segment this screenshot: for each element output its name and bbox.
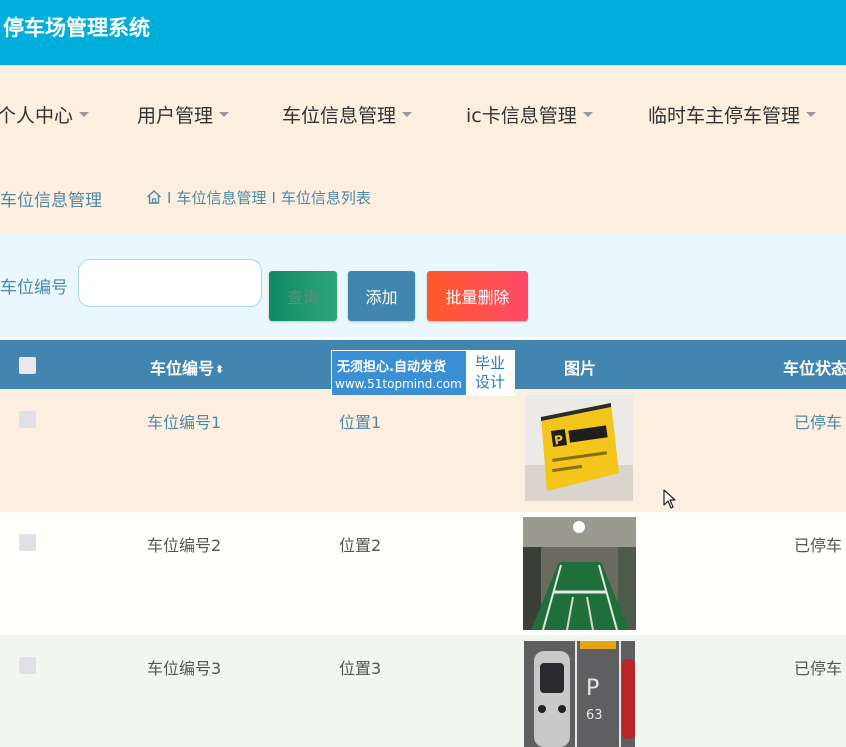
app-title: 停车场管理系统 (3, 16, 150, 40)
page-title: 车位信息管理 (0, 191, 102, 211)
cell-location: 位置1 (339, 413, 382, 432)
garage-parking-space-image[interactable] (523, 517, 636, 630)
watermark-line: 无须担心.自动发货 (337, 360, 446, 375)
nav-personal-center[interactable]: 个人中心 (0, 101, 90, 128)
nav-temporary-parking-management[interactable]: 临时车主停车管理 (648, 101, 817, 128)
batch-delete-button[interactable]: 批量删除 (427, 271, 528, 321)
row-checkbox[interactable] (19, 534, 36, 551)
nav-label: 临时车主停车管理 (648, 105, 801, 127)
breadcrumb-item: 车位信息列表 (280, 189, 371, 207)
row-checkbox[interactable] (19, 657, 36, 674)
cell-code: 车位编号2 (147, 536, 222, 555)
cell-location: 位置2 (339, 536, 382, 555)
search-bar: 车位编号 查询 添加 批量删除 (0, 233, 846, 337)
nav-user-management[interactable]: 用户管理 (137, 101, 230, 128)
watermark-url: www.51topmind.com (335, 377, 462, 391)
sort-icon[interactable]: ⬍ (215, 363, 224, 376)
watermark-banner: 无须担心.自动发货 www.51topmind.com 毕业 设计 (331, 350, 515, 396)
breadcrumb-item[interactable]: 车位信息管理 (176, 189, 266, 207)
table-row[interactable]: 车位编号3 位置3 P 63 已停车 (0, 635, 846, 747)
svg-text:P: P (586, 676, 599, 701)
cell-code: 车位编号3 (147, 659, 222, 678)
main-nav: 个人中心 用户管理 车位信息管理 ic卡信息管理 临时车主停车管理 (0, 65, 846, 164)
table-row[interactable]: 车位编号1 位置1 P 已停车 (0, 389, 846, 512)
breadcrumb: I 车位信息管理 I 车位信息列表 (146, 187, 371, 208)
aerial-parking-lot-image[interactable]: P 63 (524, 641, 635, 747)
cell-code: 车位编号1 (147, 413, 222, 432)
top-bar: 停车场管理系统 (0, 0, 846, 65)
nav-label: 车位信息管理 (282, 105, 397, 127)
reserved-parking-sign-image[interactable]: P (525, 395, 633, 501)
table-row[interactable]: 车位编号2 位置2 已停车 (0, 512, 846, 635)
caret-down-icon (402, 112, 413, 117)
query-button[interactable]: 查询 (269, 271, 337, 321)
cell-status: 已停车 (794, 659, 843, 678)
column-header-status: 车位状态 (783, 359, 846, 378)
search-label: 车位编号 (0, 278, 68, 298)
cell-status: 已停车 (794, 413, 843, 432)
row-checkbox[interactable] (19, 411, 36, 428)
caret-down-icon (79, 112, 90, 117)
nav-parking-space-management[interactable]: 车位信息管理 (282, 101, 413, 128)
column-header-label: 车位编号 (150, 359, 215, 378)
search-input[interactable] (78, 259, 262, 307)
column-header-code[interactable]: 车位编号⬍ (150, 355, 224, 379)
cell-location: 位置3 (339, 659, 382, 678)
breadcrumb-bar: 车位信息管理 I 车位信息管理 I 车位信息列表 (0, 163, 846, 233)
watermark-badge-line: 毕业 (474, 354, 505, 372)
watermark-badge: 毕业 设计 (466, 351, 514, 395)
caret-down-icon (219, 112, 230, 117)
add-button[interactable]: 添加 (348, 271, 415, 321)
select-all-checkbox[interactable] (19, 357, 36, 374)
caret-down-icon (582, 112, 593, 117)
home-icon[interactable] (146, 189, 162, 205)
nav-label: 用户管理 (137, 105, 214, 127)
cell-status: 已停车 (794, 536, 843, 555)
column-header-image: 图片 (564, 359, 597, 378)
mouse-cursor-icon (663, 489, 677, 513)
nav-ic-card-management[interactable]: ic卡信息管理 (466, 101, 593, 128)
breadcrumb-separator: I (167, 189, 172, 207)
breadcrumb-separator: I (271, 189, 276, 207)
svg-text:63: 63 (586, 708, 603, 723)
nav-label: ic卡信息管理 (466, 105, 577, 127)
nav-label: 个人中心 (0, 105, 74, 127)
watermark-badge-line: 设计 (474, 373, 505, 391)
caret-down-icon (806, 112, 817, 117)
